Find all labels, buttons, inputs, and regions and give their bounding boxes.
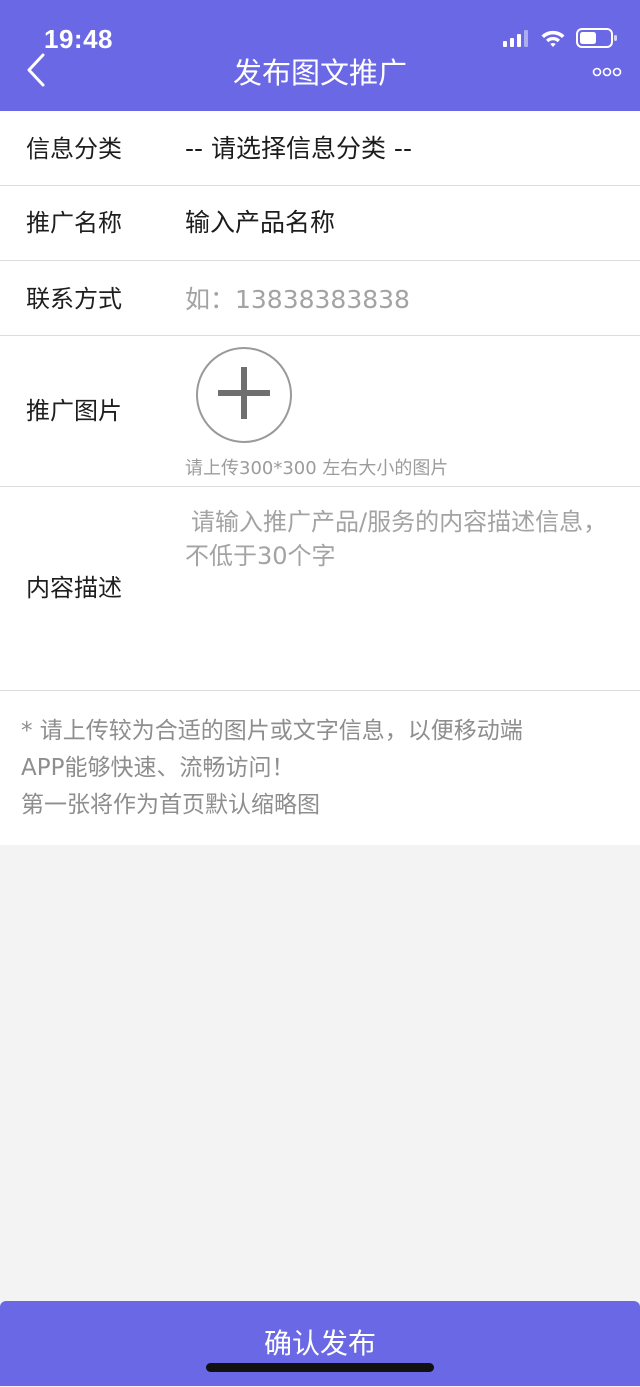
- upload-notice: * 请上传较为合适的图片或文字信息，以便移动端 APP能够快速、流畅访问！ 第一…: [0, 691, 640, 845]
- publish-form: 信息分类 -- 请选择信息分类 -- 推广名称 输入产品名称 联系方式 如：13…: [0, 111, 640, 691]
- home-indicator: [206, 1363, 434, 1372]
- category-select[interactable]: -- 请选择信息分类 --: [185, 133, 412, 165]
- status-icons: [502, 28, 618, 52]
- notice-line: 第一张将作为首页默认缩略图: [21, 792, 320, 818]
- battery-icon: [576, 27, 618, 53]
- description-label: 内容描述: [26, 574, 122, 602]
- wifi-icon: [540, 28, 566, 52]
- more-button[interactable]: [592, 60, 622, 82]
- upload-hint: 请上传300*300 左右大小的图片: [185, 458, 449, 479]
- plus-icon: [214, 363, 274, 427]
- contact-label: 联系方式: [26, 285, 122, 313]
- app-header: 19:48 发布图文推广: [0, 0, 640, 111]
- more-dots-icon: [592, 62, 622, 81]
- status-time: 19:48: [44, 24, 113, 54]
- notice-line: APP能够快速、流畅访问！: [21, 755, 295, 781]
- signal-icon: [502, 29, 530, 51]
- description-textarea[interactable]: 请输入推广产品/服务的内容描述信息，不低于30个字: [185, 505, 615, 573]
- description-row: 内容描述 请输入推广产品/服务的内容描述信息，不低于30个字: [0, 487, 640, 691]
- image-label: 推广图片: [26, 397, 122, 425]
- contact-row: 联系方式 如：13838383838: [0, 261, 640, 336]
- category-label: 信息分类: [26, 135, 122, 163]
- name-row: 推广名称 输入产品名称: [0, 186, 640, 261]
- product-name-input[interactable]: 输入产品名称: [185, 206, 335, 240]
- image-row: 推广图片 请上传300*300 左右大小的图片: [0, 336, 640, 487]
- category-row[interactable]: 信息分类 -- 请选择信息分类 --: [0, 111, 640, 186]
- notice-line: * 请上传较为合适的图片或文字信息，以便移动端: [21, 718, 523, 744]
- contact-input[interactable]: 如：13838383838: [185, 284, 410, 316]
- confirm-publish-button[interactable]: 确认发布: [0, 1301, 640, 1386]
- page-title: 发布图文推广: [232, 56, 407, 90]
- name-label: 推广名称: [26, 209, 122, 237]
- upload-image-button[interactable]: [196, 347, 292, 443]
